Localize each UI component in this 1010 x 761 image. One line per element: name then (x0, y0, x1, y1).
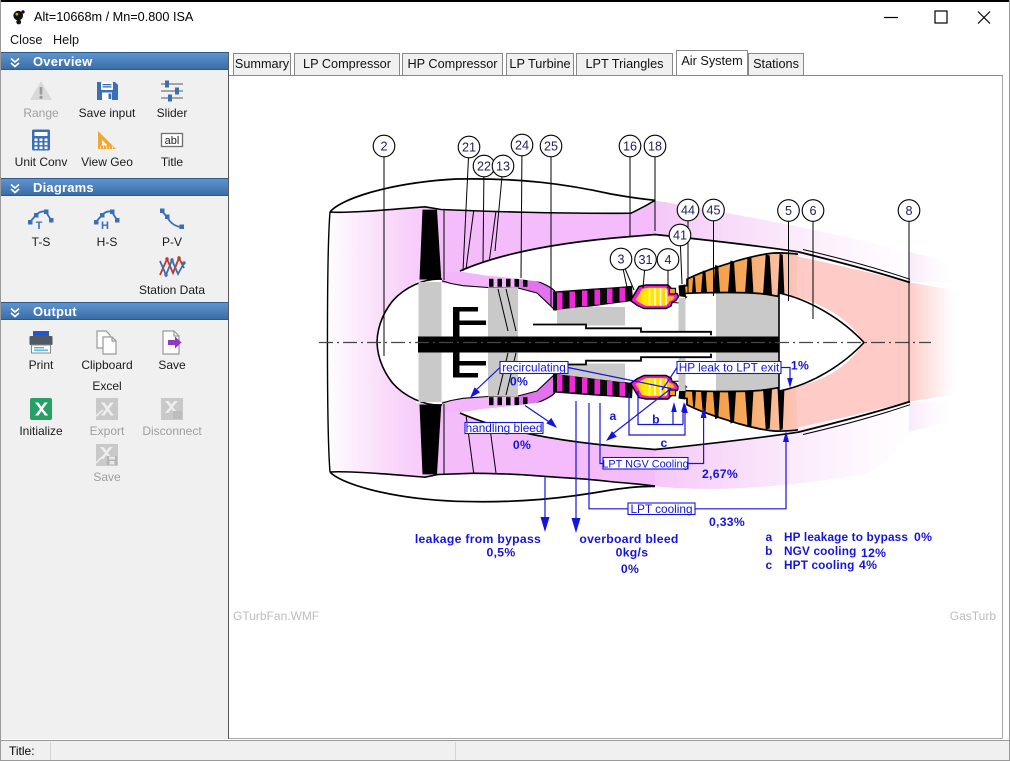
svg-text:4%: 4% (859, 558, 877, 572)
svg-text:22: 22 (477, 160, 491, 174)
svg-text:NGV cooling: NGV cooling (784, 544, 856, 558)
svg-text:HP leakage to bypass: HP leakage to bypass (784, 530, 908, 544)
svg-text:b: b (652, 413, 660, 427)
svg-text:0%: 0% (510, 375, 528, 389)
svg-text:HP leak to LPT exit: HP leak to LPT exit (679, 361, 780, 375)
svg-text:LPT cooling: LPT cooling (630, 502, 692, 516)
svg-text:recirculating: recirculating (502, 361, 566, 375)
svg-text:13: 13 (496, 160, 510, 174)
svg-text:c: c (660, 436, 667, 450)
svg-text:abl: abl (165, 135, 180, 147)
svg-text:31: 31 (638, 253, 652, 267)
svg-text:0%: 0% (914, 530, 932, 544)
svg-text:41: 41 (673, 229, 687, 243)
svg-text:a: a (766, 530, 773, 544)
svg-text:b: b (765, 544, 773, 558)
svg-text:leakage from bypass: leakage from bypass (415, 532, 541, 546)
svg-text:0,33%: 0,33% (709, 515, 745, 529)
svg-text:0%: 0% (621, 562, 639, 576)
svg-text:2: 2 (380, 140, 387, 154)
svg-text:0%: 0% (513, 438, 531, 452)
svg-text:8: 8 (905, 204, 912, 218)
svg-text:21: 21 (462, 141, 476, 155)
svg-text:16: 16 (623, 140, 637, 154)
svg-text:c: c (766, 558, 773, 572)
svg-text:3: 3 (617, 253, 624, 267)
svg-text:6: 6 (809, 204, 816, 218)
svg-text:4: 4 (664, 253, 671, 267)
svg-text:T: T (36, 220, 43, 232)
svg-text:HPT cooling: HPT cooling (784, 558, 854, 572)
svg-text:25: 25 (544, 140, 558, 154)
svg-text:0,5%: 0,5% (487, 546, 516, 560)
svg-text:a: a (609, 409, 616, 423)
svg-text:45: 45 (706, 204, 720, 218)
svg-text:0kg/s: 0kg/s (616, 546, 649, 560)
svg-text:overboard bleed: overboard bleed (579, 532, 678, 546)
svg-text:1%: 1% (791, 359, 809, 373)
svg-text:24: 24 (515, 139, 529, 153)
svg-text:5: 5 (785, 204, 792, 218)
svg-text:44: 44 (681, 204, 695, 218)
svg-text:handling bleed: handling bleed (466, 421, 543, 435)
svg-text:H: H (101, 220, 109, 232)
svg-text:18: 18 (648, 140, 662, 154)
svg-text:LPT NGV Cooling: LPT NGV Cooling (602, 458, 688, 470)
svg-text:2,67%: 2,67% (702, 467, 738, 481)
